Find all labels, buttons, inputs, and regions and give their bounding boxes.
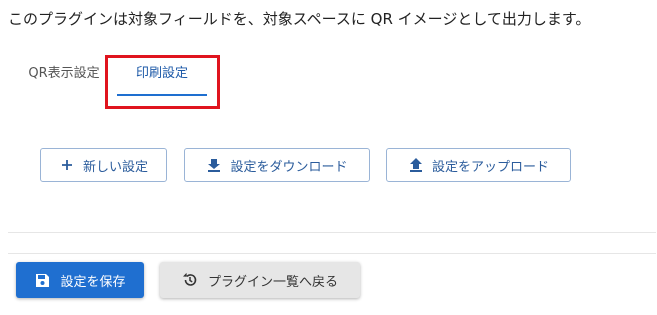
back-to-plugin-list-button[interactable]: プラグイン一覧へ戻る [160,262,360,298]
settings-tabs: QR表示設定 印刷設定 [8,56,648,98]
floppy-disk-icon [34,272,50,288]
save-settings-label: 設定を保存 [60,274,126,290]
history-back-icon [182,272,198,288]
upload-settings-label: 設定をアップロード [431,159,549,175]
tab-qr-display-settings[interactable]: QR表示設定 [20,56,108,96]
divider [8,253,656,254]
divider [8,232,656,233]
download-settings-button[interactable]: 設定をダウンロード [184,148,370,182]
new-setting-button[interactable]: 新しい設定 [40,148,167,182]
back-to-plugin-list-label: プラグイン一覧へ戻る [207,274,338,290]
download-settings-label: 設定をダウンロード [230,159,348,175]
plus-icon [59,157,75,173]
plugin-description: このプラグインは対象フィールドを、対象スペースに QR イメージとして出力します… [8,10,591,28]
new-setting-label: 新しい設定 [82,159,148,175]
tab-print-settings[interactable]: 印刷設定 [117,56,207,96]
upload-settings-button[interactable]: 設定をアップロード [386,148,571,182]
save-settings-button[interactable]: 設定を保存 [16,262,144,298]
upload-icon [408,157,424,173]
download-icon [206,157,222,173]
